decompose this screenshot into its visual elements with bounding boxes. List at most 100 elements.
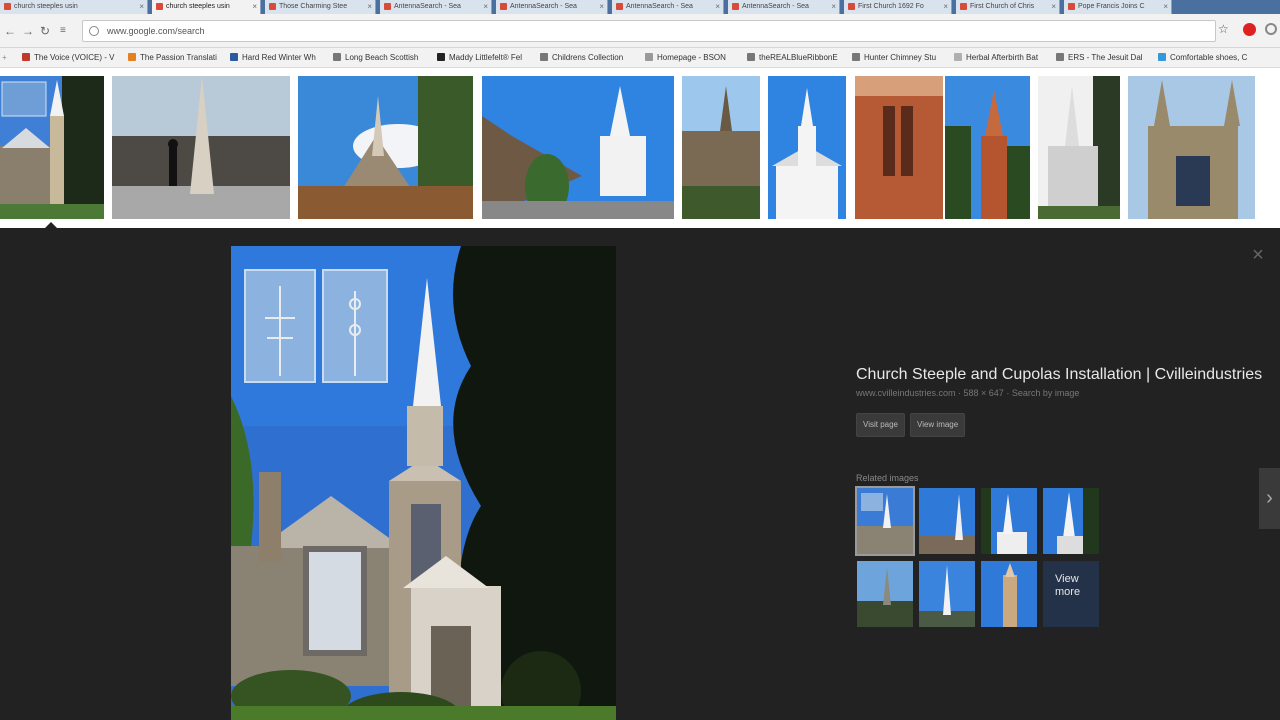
tab-close-icon[interactable]: ×: [1163, 2, 1168, 11]
bookmark-favicon-icon: [333, 53, 341, 61]
browser-tab[interactable]: Pope Francis Joins C ×: [1064, 0, 1172, 14]
result-thumbnail[interactable]: [768, 76, 846, 219]
view-more-label: View more: [1055, 573, 1081, 598]
bookmark-item[interactable]: The Passion Translati: [128, 53, 217, 62]
tab-label: AntennaSearch - Sea: [510, 3, 577, 10]
tab-close-icon[interactable]: ×: [715, 2, 720, 11]
view-more-tile[interactable]: View more: [1043, 561, 1099, 627]
bookmark-favicon-icon: [128, 53, 136, 61]
preview-meta: www.cvilleindustries.com · 588 × 647 · S…: [856, 388, 1080, 398]
bookmarks-overflow-icon[interactable]: +: [2, 53, 7, 62]
bookmark-favicon-icon: [1056, 53, 1064, 61]
visit-page-button[interactable]: Visit page: [856, 413, 905, 437]
bookmark-label: The Passion Translati: [140, 53, 217, 62]
image-results-strip: [0, 68, 1280, 228]
tab-label: First Church of Chris: [970, 3, 1035, 10]
tab-favicon-icon: [500, 3, 507, 10]
related-image[interactable]: [1043, 488, 1099, 554]
result-thumbnail[interactable]: [945, 76, 1030, 219]
address-bar[interactable]: www.google.com/search: [82, 20, 1216, 42]
tab-label: AntennaSearch - Sea: [742, 3, 809, 10]
bookmark-item[interactable]: Childrens Collection: [540, 53, 623, 62]
bookmark-favicon-icon: [230, 53, 238, 61]
browser-tab[interactable]: Those Charming Stee ×: [265, 0, 376, 14]
bookmark-label: Comfortable shoes, C: [1170, 53, 1248, 62]
view-image-button[interactable]: View image: [910, 413, 966, 437]
tab-favicon-icon: [1068, 3, 1075, 10]
close-icon[interactable]: ×: [1249, 245, 1267, 265]
tab-close-icon[interactable]: ×: [139, 2, 144, 11]
bookmark-item[interactable]: Maddy Littlefelt® Fel: [437, 53, 522, 62]
bookmark-item[interactable]: Homepage - BSON: [645, 53, 726, 62]
preview-image[interactable]: [231, 246, 616, 720]
bookmark-favicon-icon: [645, 53, 653, 61]
preview-title[interactable]: Church Steeple and Cupolas Installation …: [856, 366, 1262, 384]
tab-close-icon[interactable]: ×: [483, 2, 488, 11]
bookmark-item[interactable]: The Voice (VOICE) - V: [22, 53, 114, 62]
extension-icon[interactable]: [1243, 23, 1256, 36]
result-thumbnail[interactable]: [855, 76, 943, 219]
browser-menu-icon[interactable]: [1265, 23, 1277, 35]
tab-favicon-icon: [960, 3, 967, 10]
tab-close-icon[interactable]: ×: [1051, 2, 1056, 11]
related-image[interactable]: [981, 488, 1037, 554]
related-image[interactable]: [857, 561, 913, 627]
reload-icon[interactable]: ↻: [40, 24, 50, 38]
bookmark-item[interactable]: ERS - The Jesuit Dal: [1056, 53, 1143, 62]
result-thumbnail[interactable]: [482, 76, 674, 219]
bookmark-item[interactable]: Comfortable shoes, C: [1158, 53, 1247, 62]
tab-close-icon[interactable]: ×: [252, 2, 257, 11]
bookmark-favicon-icon: [852, 53, 860, 61]
result-thumbnail[interactable]: [0, 76, 104, 219]
result-thumbnail[interactable]: [112, 76, 290, 219]
browser-tab[interactable]: First Church 1692 Fo ×: [844, 0, 952, 14]
tab-label: First Church 1692 Fo: [858, 3, 924, 10]
bookmark-item[interactable]: Hard Red Winter Wh: [230, 53, 316, 62]
browser-tab[interactable]: AntennaSearch - Sea ×: [380, 0, 492, 14]
result-thumbnail[interactable]: [682, 76, 760, 219]
result-thumbnail[interactable]: [298, 76, 473, 219]
bookmark-favicon-icon: [540, 53, 548, 61]
bookmark-label: theREALBlueRibbonE: [759, 53, 838, 62]
bookmarks-bar: + The Voice (VOICE) - V The Passion Trans…: [0, 48, 1280, 68]
tab-favicon-icon: [616, 3, 623, 10]
tab-close-icon[interactable]: ×: [831, 2, 836, 11]
browser-tab[interactable]: AntennaSearch - Sea ×: [612, 0, 724, 14]
browser-tab[interactable]: AntennaSearch - Sea ×: [728, 0, 840, 14]
browser-toolbar: ← → ↻ ≡ www.google.com/search ☆: [0, 14, 1280, 48]
bookmark-favicon-icon: [954, 53, 962, 61]
star-icon[interactable]: ☆: [1218, 22, 1229, 36]
related-image[interactable]: [919, 561, 975, 627]
result-thumbnail[interactable]: [1038, 76, 1120, 219]
tab-close-icon[interactable]: ×: [367, 2, 372, 11]
tab-favicon-icon: [4, 3, 11, 10]
tab-close-icon[interactable]: ×: [943, 2, 948, 11]
back-arrow-icon[interactable]: ←: [4, 24, 16, 38]
bookmark-item[interactable]: theREALBlueRibbonE: [747, 53, 838, 62]
related-image[interactable]: [855, 486, 915, 556]
tab-strip: church steeples usin × church steeples usi…: [0, 0, 1280, 14]
chevron-right-icon[interactable]: ›: [1259, 468, 1280, 529]
tab-close-icon[interactable]: ×: [599, 2, 604, 11]
browser-tab[interactable]: church steeples usin ×: [152, 0, 261, 14]
browser-tab[interactable]: AntennaSearch - Sea ×: [496, 0, 608, 14]
result-thumbnail[interactable]: [1128, 76, 1255, 219]
related-image[interactable]: [919, 488, 975, 554]
bookmark-label: ERS - The Jesuit Dal: [1068, 53, 1143, 62]
selected-result-pointer: [44, 222, 58, 229]
tab-favicon-icon: [848, 3, 855, 10]
browser-tab[interactable]: First Church of Chris ×: [956, 0, 1060, 14]
bookmark-label: Hard Red Winter Wh: [242, 53, 316, 62]
tab-favicon-icon: [732, 3, 739, 10]
bookmark-item[interactable]: Hunter Chimney Stu: [852, 53, 936, 62]
page-info-icon[interactable]: [89, 26, 99, 36]
related-image[interactable]: [981, 561, 1037, 627]
home-icon[interactable]: ≡: [60, 25, 66, 36]
bookmark-item[interactable]: Long Beach Scottish: [333, 53, 418, 62]
bookmark-label: Long Beach Scottish: [345, 53, 419, 62]
browser-tab[interactable]: church steeples usin ×: [0, 0, 148, 14]
bookmark-favicon-icon: [1158, 53, 1166, 61]
bookmark-item[interactable]: Herbal Afterbirth Bat: [954, 53, 1038, 62]
tab-label: AntennaSearch - Sea: [626, 3, 693, 10]
forward-arrow-icon[interactable]: →: [22, 24, 34, 38]
